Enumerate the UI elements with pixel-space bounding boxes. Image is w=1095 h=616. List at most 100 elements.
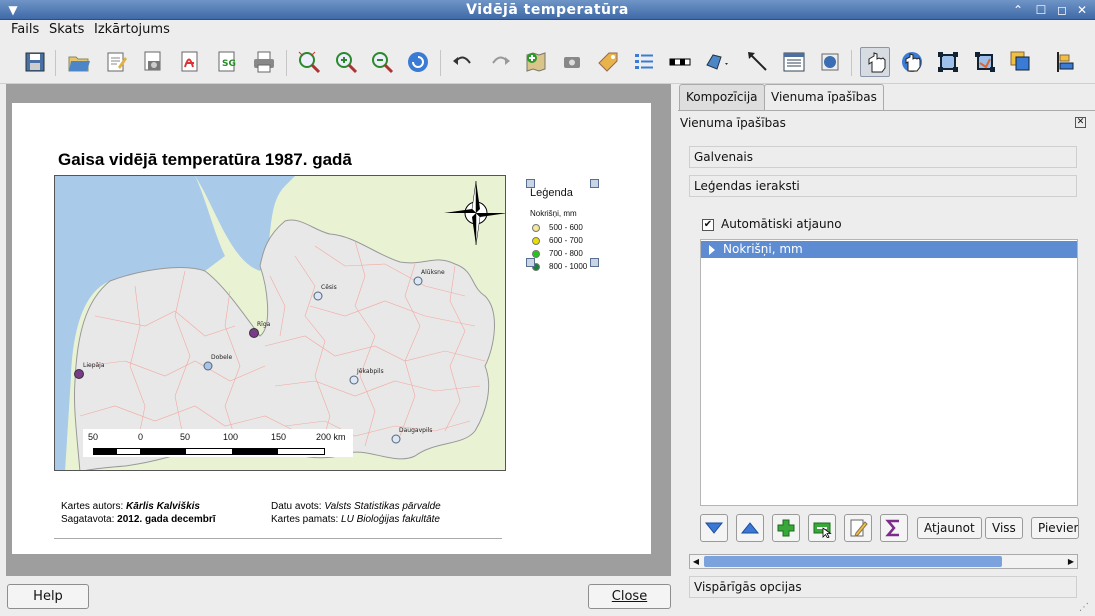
remove-item-button[interactable] xyxy=(808,514,836,542)
group-legendas-ieraksti[interactable]: Leģendas ieraksti xyxy=(689,175,1077,197)
save-icon[interactable] xyxy=(20,47,50,77)
select-move-icon[interactable] xyxy=(860,47,890,77)
open-template-icon[interactable] xyxy=(64,47,94,77)
credit-author[interactable]: Kartes autors: Kārlis Kalviškis xyxy=(61,501,200,512)
scroll-right-icon[interactable]: ▶ xyxy=(1065,555,1077,568)
minimize-icon[interactable]: ⌃ xyxy=(1009,2,1027,18)
group-icon[interactable] xyxy=(933,47,963,77)
zoom-in-icon[interactable] xyxy=(331,47,361,77)
add-legend-icon[interactable] xyxy=(629,47,659,77)
scale-label: 0 xyxy=(138,432,144,442)
legend-entry-label: 600 - 700 xyxy=(549,236,583,245)
edit-item-button[interactable] xyxy=(844,514,872,542)
export-svg-icon[interactable]: SG xyxy=(212,47,242,77)
remove-icon xyxy=(813,522,832,538)
add-arrow-icon[interactable] xyxy=(743,47,773,77)
add-label-icon[interactable] xyxy=(593,47,623,77)
svg-text:Dobele: Dobele xyxy=(211,354,232,361)
panel-splitter[interactable] xyxy=(671,84,678,576)
export-pdf-icon[interactable] xyxy=(175,47,205,77)
tree-item[interactable]: Nokrišņi, mm xyxy=(701,241,1077,258)
ungroup-icon[interactable] xyxy=(970,47,1000,77)
add-html-icon[interactable] xyxy=(815,47,845,77)
menubar: Fails Skats Izkārtojums xyxy=(0,20,1095,41)
resize-grip-icon[interactable]: ⋰ xyxy=(1079,602,1093,614)
credit-source[interactable]: Datu avots: Valsts Statistikas pārvalde xyxy=(271,501,441,512)
group-visparigas-opcijas[interactable]: Vispārīgās opcijas xyxy=(689,576,1077,598)
plus-icon xyxy=(777,519,795,537)
svg-text:Jēkabpils: Jēkabpils xyxy=(356,368,384,375)
tab-divider xyxy=(678,110,1095,111)
svg-text:Cēsis: Cēsis xyxy=(321,284,337,291)
help-button[interactable]: Help xyxy=(7,584,89,609)
scale-label: 200 km xyxy=(316,432,346,442)
horizontal-scrollbar[interactable]: ◀ ▶ xyxy=(689,554,1078,569)
resize-handle-nw[interactable] xyxy=(526,179,535,188)
resize-handle-ne[interactable] xyxy=(590,179,599,188)
align-icon[interactable] xyxy=(1051,47,1081,77)
print-icon[interactable] xyxy=(249,47,279,77)
menu-skats[interactable]: Skats xyxy=(49,22,84,37)
add-table-icon[interactable] xyxy=(779,47,809,77)
maximize-icon[interactable]: ☐ xyxy=(1032,2,1050,18)
window-title: Vidējā temperatūra xyxy=(466,2,629,18)
all-button[interactable]: Viss xyxy=(985,517,1023,539)
export-image-icon[interactable] xyxy=(138,47,168,77)
tree-item-label: Nokrišņi, mm xyxy=(723,242,803,256)
window-titlebar: ▼ Vidējā temperatūra ⌃ ☐ ◻ ✕ xyxy=(0,0,1095,20)
move-down-button[interactable] xyxy=(700,514,728,542)
add-shape-icon[interactable] xyxy=(701,47,731,77)
auto-update-checkbox[interactable]: ✔ Automātiski atjaunot xyxy=(702,217,842,231)
legend-entry: 800 - 1000 xyxy=(532,262,587,271)
tab-vienuma-ipasibas[interactable]: Vienuma īpašības xyxy=(764,84,884,110)
add-map-icon[interactable] xyxy=(521,47,551,77)
map-item[interactable]: Alūksne Cēsis Rīga Dobele Liepāja Jēkabp… xyxy=(54,175,506,471)
update-button[interactable]: Atjaunot xyxy=(917,517,982,539)
dock-title: Vienuma īpašības xyxy=(680,116,786,130)
add-group-button[interactable]: Pievienot xyxy=(1031,517,1079,539)
resize-handle-sw[interactable] xyxy=(526,258,535,267)
composition-canvas[interactable]: Gaisa vidējā temperatūra 1987. gadā Alūk… xyxy=(6,84,671,576)
legend-items-tree[interactable]: Nokrišņi, mm xyxy=(700,239,1078,506)
refresh-icon[interactable] xyxy=(403,47,433,77)
add-image-icon[interactable] xyxy=(557,47,587,77)
raise-icon[interactable] xyxy=(1006,47,1036,77)
move-up-button[interactable] xyxy=(736,514,764,542)
group-galvenais[interactable]: Galvenais xyxy=(689,146,1077,168)
expand-arrow-icon[interactable] xyxy=(709,245,715,255)
credit-prepared[interactable]: Sagatavota: 2012. gada decembrī xyxy=(61,514,216,525)
checkmark-icon[interactable]: ✔ xyxy=(702,218,714,231)
add-scalebar-icon[interactable] xyxy=(665,47,695,77)
scroll-thumb[interactable] xyxy=(704,556,1002,567)
legend-entry: 600 - 700 xyxy=(532,236,583,245)
redo-icon[interactable] xyxy=(485,47,515,77)
zoom-full-icon[interactable] xyxy=(294,47,324,77)
menu-fails[interactable]: Fails xyxy=(11,22,39,37)
arrow-up-icon xyxy=(740,522,760,534)
legend-subtitle: Nokrišņi, mm xyxy=(530,209,577,218)
resize-handle-se[interactable] xyxy=(590,258,599,267)
latvia-map: Alūksne Cēsis Rīga Dobele Liepāja Jēkabp… xyxy=(55,176,505,470)
menu-izkartojums[interactable]: Izkārtojums xyxy=(94,22,170,37)
zoom-out-icon[interactable] xyxy=(367,47,397,77)
scale-label: 50 xyxy=(180,432,191,442)
arrow-down-icon xyxy=(704,522,724,534)
undo-icon[interactable] xyxy=(448,47,478,77)
scroll-left-icon[interactable]: ◀ xyxy=(690,555,702,568)
composition-page[interactable]: Gaisa vidējā temperatūra 1987. gadā Alūk… xyxy=(12,103,651,554)
legend-entry: 500 - 600 xyxy=(532,223,583,232)
credit-basis[interactable]: Kartes pamats: LU Bioloģijas fakultāte xyxy=(271,514,440,525)
dock-close-icon[interactable]: ✕ xyxy=(1075,117,1086,128)
window-close-icon[interactable]: ✕ xyxy=(1073,2,1091,18)
close-button[interactable]: Close xyxy=(588,584,671,609)
tab-kompozicija[interactable]: Kompozīcija xyxy=(679,84,765,110)
legend-entry-label: 700 - 800 xyxy=(549,249,583,258)
sum-button[interactable] xyxy=(880,514,908,542)
add-item-button[interactable] xyxy=(772,514,800,542)
move-content-icon[interactable] xyxy=(897,47,927,77)
toolbar: SG xyxy=(0,42,1095,84)
auto-update-label: Automātiski atjaunot xyxy=(721,217,842,231)
window-restore-icon[interactable]: ◻ xyxy=(1053,2,1071,18)
map-title[interactable]: Gaisa vidējā temperatūra 1987. gadā xyxy=(58,150,352,170)
save-template-icon[interactable] xyxy=(101,47,131,77)
